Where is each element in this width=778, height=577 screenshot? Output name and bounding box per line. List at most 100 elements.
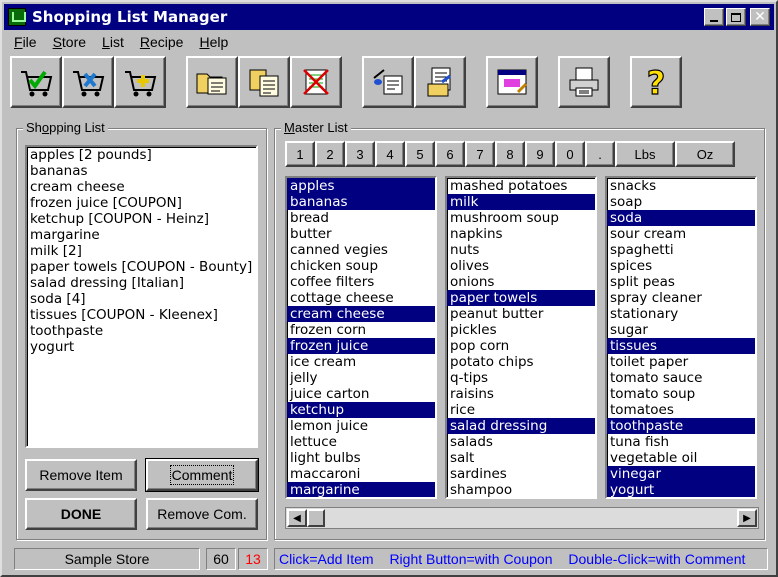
remove-item-button[interactable]: Remove Item [25,459,137,491]
master-list-item[interactable]: sardines [447,466,595,482]
shopping-list-item[interactable]: salad dressing [Italian] [27,275,256,291]
shopping-list-box[interactable]: apples [2 pounds] bananas cream cheese froz… [25,145,258,448]
master-list-item[interactable]: soap [607,194,755,210]
master-list-item[interactable]: tuna fish [607,434,755,450]
keypad-key-8[interactable]: 8 [495,141,525,167]
shopping-list-item[interactable]: apples [2 pounds] [27,147,256,163]
maximize-button[interactable] [726,8,746,26]
close-button[interactable]: ✕ [750,8,770,26]
master-list-item[interactable]: butter [287,226,435,242]
keypad-key-6[interactable]: 6 [435,141,465,167]
keypad-key-2[interactable]: 2 [315,141,345,167]
comment-button[interactable]: Comment [145,458,259,492]
master-list-item[interactable]: sour cream [607,226,755,242]
master-list-item[interactable]: soda [607,210,755,226]
master-list-item[interactable]: bread [287,210,435,226]
master-list-column-2[interactable]: mashed potatoes milk mushroom soup napkins n… [445,176,597,499]
shopping-list-item[interactable]: frozen juice [COUPON] [27,195,256,211]
master-list-item[interactable]: raisins [447,386,595,402]
shopping-list-item[interactable]: milk [2] [27,243,256,259]
master-list-item[interactable]: tissues [607,338,755,354]
menu-list[interactable]: List [94,32,132,52]
master-list-item[interactable]: pickles [447,322,595,338]
master-list-item[interactable]: nuts [447,242,595,258]
master-list-item[interactable]: frozen juice [287,338,435,354]
master-list-item[interactable]: ketchup [287,402,435,418]
delete-list-button[interactable] [290,56,342,108]
scroll-right-button[interactable]: ▶ [737,509,757,527]
master-list-scrollbar[interactable]: ◀ ▶ [285,507,759,529]
keypad-key-5[interactable]: 5 [405,141,435,167]
master-list-item[interactable]: frozen corn [287,322,435,338]
shopping-cart-app-icon[interactable] [8,8,26,26]
copy-list-button[interactable] [238,56,290,108]
help-button[interactable]: ? [630,56,682,108]
master-list-item[interactable]: rice [447,402,595,418]
keypad-key-dot[interactable]: . [585,141,615,167]
master-list-item[interactable]: tomato sauce [607,370,755,386]
keypad-key-oz[interactable]: Oz [675,141,735,167]
master-list-item[interactable]: peanut butter [447,306,595,322]
window-edit-button[interactable] [486,56,538,108]
master-list-item[interactable]: onions [447,274,595,290]
master-list-item[interactable]: spaghetti [607,242,755,258]
recipe-list-button[interactable] [414,56,466,108]
open-list-button[interactable] [186,56,238,108]
master-list-item[interactable]: apples [287,178,435,194]
keypad-key-7[interactable]: 7 [465,141,495,167]
recipe-button[interactable] [362,56,414,108]
master-list-column-3[interactable]: snacks soap soda sour cream spaghetti spices s… [605,176,757,499]
done-button[interactable]: DONE [25,498,137,530]
cart-check-button[interactable] [10,56,62,108]
master-list-item[interactable]: napkins [447,226,595,242]
master-list-item[interactable]: tomatoes [607,402,755,418]
master-list-item[interactable]: potato chips [447,354,595,370]
master-list-item[interactable]: stationary [607,306,755,322]
minimize-button[interactable] [704,8,724,26]
master-list-item[interactable]: coffee filters [287,274,435,290]
master-list-item[interactable]: ice cream [287,354,435,370]
menu-recipe[interactable]: Recipe [132,32,192,52]
scroll-thumb[interactable] [307,509,325,527]
shopping-list-item[interactable]: cream cheese [27,179,256,195]
master-list-item[interactable]: juice carton [287,386,435,402]
master-list-item[interactable]: lemon juice [287,418,435,434]
master-list-item[interactable]: toilet paper [607,354,755,370]
master-list-item[interactable]: salads [447,434,595,450]
master-list-item[interactable]: vegetable oil [607,450,755,466]
keypad-key-4[interactable]: 4 [375,141,405,167]
keypad-key-0[interactable]: 0 [555,141,585,167]
keypad-key-3[interactable]: 3 [345,141,375,167]
print-button[interactable] [558,56,610,108]
master-list-item[interactable]: tomato soup [607,386,755,402]
shopping-list-item[interactable]: tissues [COUPON - Kleenex] [27,307,256,323]
shopping-list-item[interactable]: paper towels [COUPON - Bounty] [27,259,256,275]
master-list-item[interactable]: milk [447,194,595,210]
master-list-item[interactable]: vinegar [607,466,755,482]
master-list-item[interactable]: salad dressing [447,418,595,434]
shopping-list-item[interactable]: yogurt [27,339,256,355]
master-list-item[interactable]: bananas [287,194,435,210]
master-list-item[interactable]: mashed potatoes [447,178,595,194]
master-list-item[interactable]: cream cheese [287,306,435,322]
master-list-item[interactable]: sugar [607,322,755,338]
master-list-item[interactable]: cottage cheese [287,290,435,306]
master-list-item[interactable]: toothpaste [607,418,755,434]
menu-store[interactable]: Store [45,32,94,52]
shopping-list-item[interactable]: soda [4] [27,291,256,307]
master-list-item[interactable]: salt [447,450,595,466]
master-list-item[interactable]: q-tips [447,370,595,386]
master-list-item[interactable]: mushroom soup [447,210,595,226]
master-list-item[interactable]: light bulbs [287,450,435,466]
shopping-list-item[interactable]: ketchup [COUPON - Heinz] [27,211,256,227]
cart-add-button[interactable] [114,56,166,108]
master-list-item[interactable]: spray cleaner [607,290,755,306]
shopping-list-item[interactable]: bananas [27,163,256,179]
scroll-left-button[interactable]: ◀ [287,509,307,527]
master-list-item[interactable]: olives [447,258,595,274]
keypad-key-1[interactable]: 1 [285,141,315,167]
menu-file[interactable]: File [6,32,45,52]
master-list-item[interactable]: lettuce [287,434,435,450]
master-list-item[interactable]: chicken soup [287,258,435,274]
keypad-key-lbs[interactable]: Lbs [615,141,675,167]
